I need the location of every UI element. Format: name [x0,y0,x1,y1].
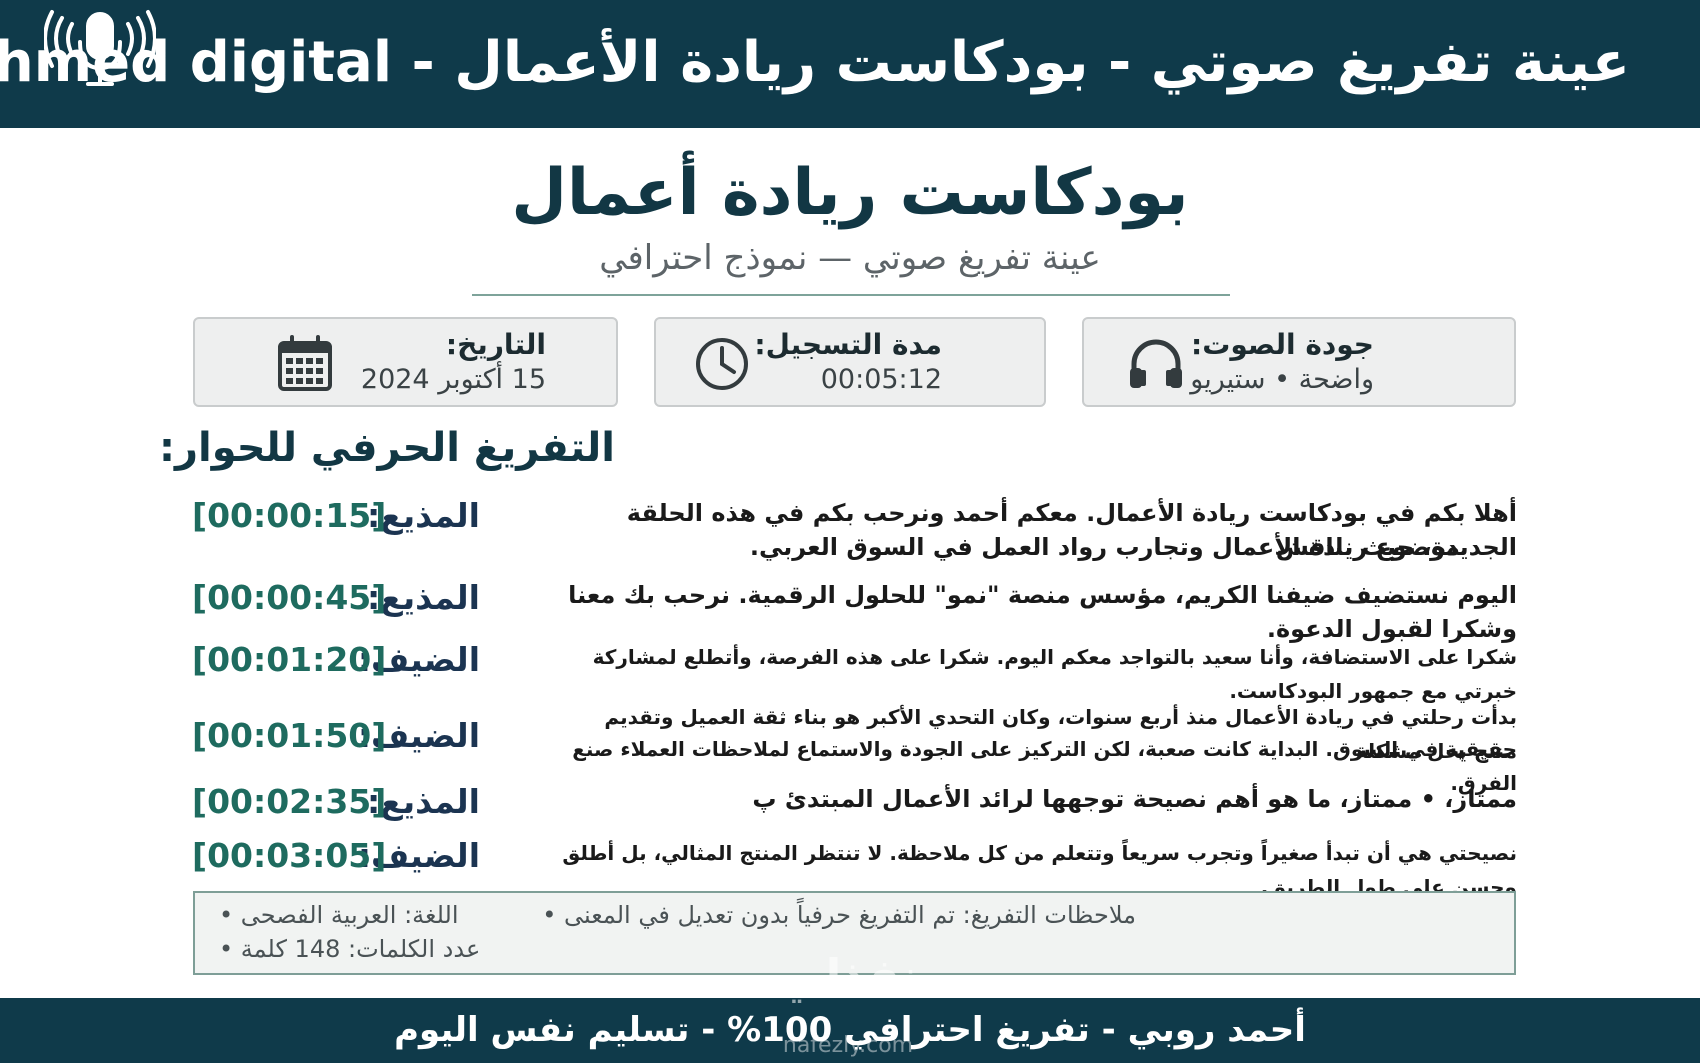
duration-label: مدة التسجيل: [754,328,942,361]
note-transcription: ملاحظات التفريغ: تم التفريغ حرفياً بدون … [542,899,1136,931]
timestamp: [00:01:50] [192,716,387,755]
top-banner: عينة تفريغ صوتي - بودكاست ريادة الأعمال … [0,0,1700,128]
transcript-row: شكرا على الاستضافة، وأنا سعيد بالتواجد م… [0,640,1700,703]
bottom-banner: أحمد روبي - تفريغ احترافي 100% - تسليم ن… [0,998,1700,1063]
timestamp: [00:01:20] [192,640,387,679]
audio-quality-value: واضحة • ستيريو [1190,364,1374,395]
document-card: بودكاست ريادة أعمال عينة تفريغ صوتي — نم… [0,128,1700,998]
note-language: اللغة: العربية الفصحى [219,899,459,931]
note-word-count: عدد الكلمات: 148 كلمة [219,933,480,965]
timestamp: [00:03:05] [192,836,387,875]
speaker-label: المذيع: [366,782,480,821]
timestamp: [00:00:45] [192,578,387,617]
duration-value: 00:05:12 [820,364,942,395]
transcription-notes-box: ملاحظات التفريغ: تم التفريغ حرفياً بدون … [193,891,1516,975]
transcript-line: ممتاز، • ممتاز، ما هو أهم نصيحة توجهها ل… [752,785,1517,813]
transcript-row: ممتاز، • ممتاز، ما هو أهم نصيحة توجهها ل… [0,782,1700,826]
transcript-row: نصيحتي هي أن تبدأ صغيراً وتجرب سريعاً وت… [0,836,1700,899]
footer-text: أحمد روبي - تفريغ احترافي 100% - تسليم ن… [394,1010,1306,1050]
timestamp: [00:02:35] [192,782,387,821]
microphone-broadcast-icon [44,10,156,86]
transcript-line: اليوم نستضيف ضيفنا الكريم، مؤسس منصة "نم… [568,581,1517,643]
info-box-date: التاريخ: 15 أكتوبر 2024 [193,317,618,407]
calendar-icon [278,335,332,391]
document-title: بودكاست ريادة أعمال [511,156,1189,230]
transcript-row: بدأت رحلتي في ريادة الأعمال منذ أربع سنو… [0,700,1700,795]
transcript-heading: التفريغ الحرفي للحوار: [158,425,615,471]
document-subtitle: عينة تفريغ صوتي — نموذج احترافي [599,238,1101,278]
speaker-label: المذيع: [366,496,480,535]
clock-icon [696,338,748,390]
transcript-line: شكرا على الاستضافة، وأنا سعيد بالتواجد م… [592,645,1517,703]
date-value: 15 أكتوبر 2024 [360,364,546,395]
title-divider [472,294,1230,296]
speaker-label: المذيع: [366,578,480,617]
audio-quality-label: جودة الصوت: [1191,328,1374,361]
transcript-line: موضوع ريادة الأعمال وتجارب رواد العمل في… [749,533,1460,561]
speaker-label: الضيف: [357,640,480,679]
transcript-row: اليوم نستضيف ضيفنا الكريم، مؤسس منصة "نم… [0,578,1700,643]
speaker-label: الضيف: [357,836,480,875]
date-label: التاريخ: [445,328,546,361]
speaker-label: الضيف: [357,716,480,755]
timestamp: [00:00:15] [192,496,387,535]
headphones-icon [1130,339,1182,388]
info-box-audio-quality: جودة الصوت: واضحة • ستيريو [1082,317,1516,407]
transcript-row: أهلا بكم في بودكاست ريادة الأعمال. معكم … [0,496,1700,576]
banner-title: عينة تفريغ صوتي - بودكاست ريادة الأعمال … [0,30,1630,95]
info-box-duration: مدة التسجيل: 00:05:12 [654,317,1046,407]
